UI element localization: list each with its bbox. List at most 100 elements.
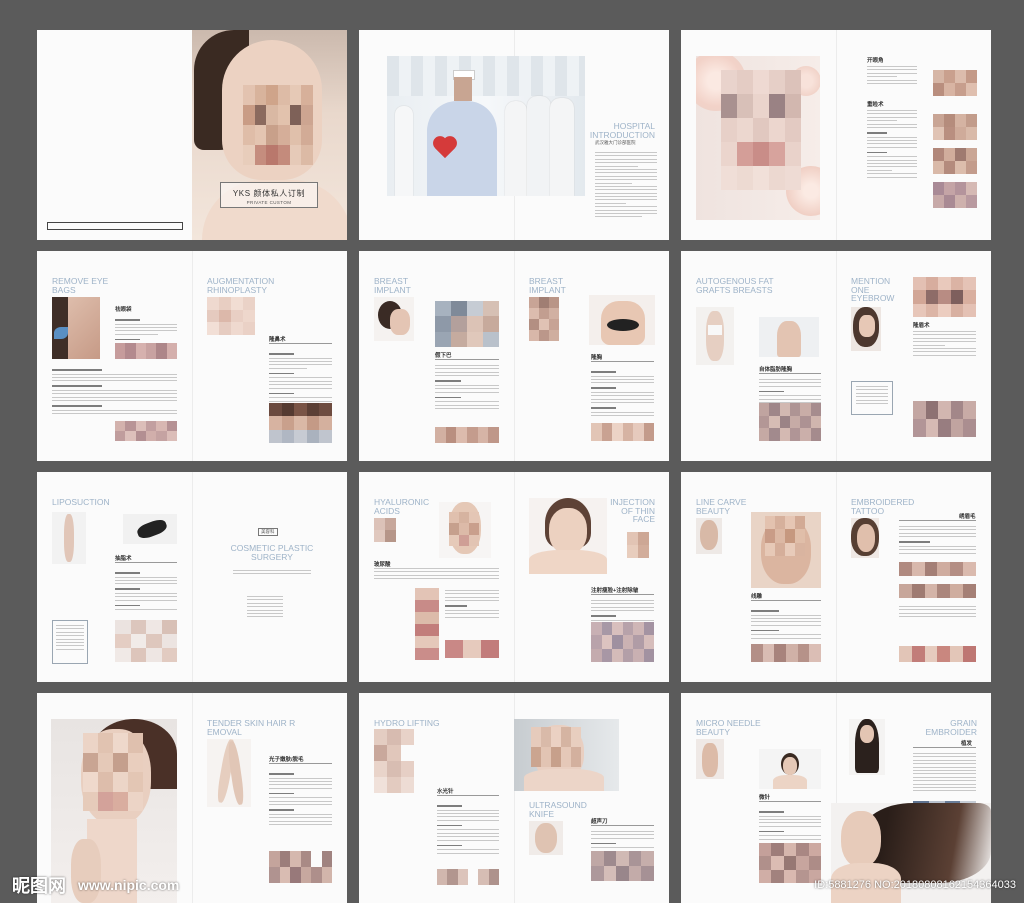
- eyebrow-model-photo: [851, 307, 881, 351]
- before-after-mosaic: [591, 851, 654, 881]
- spread-eye-surgery: 开眼角 重睑术: [681, 30, 991, 240]
- heading-rule: [759, 801, 821, 802]
- heading-chao-sheng-dao: 超声刀: [591, 819, 608, 825]
- section-tag: 美容科: [258, 528, 278, 536]
- body-text: [867, 66, 917, 86]
- hospital-title: HOSPITAL INTRODUCTION: [589, 121, 655, 140]
- eye-closeup-photo: [52, 297, 100, 359]
- heading-zhi-fa: 植发: [961, 741, 973, 747]
- thumb-mosaic: [933, 114, 977, 140]
- bra-model-photo: [589, 295, 655, 345]
- body-text: [374, 568, 499, 582]
- before-after-mosaic: [115, 343, 177, 359]
- reclining-model-photo: [123, 514, 177, 544]
- body-text: [759, 807, 821, 842]
- title-cosmetic-plastic-surgery: COSMETIC PLASTIC SURGERY: [230, 543, 314, 562]
- lips-mosaic: [445, 640, 499, 658]
- before-after-mosaic: [115, 421, 177, 441]
- body-text: [899, 606, 976, 620]
- title-grain-embroider: GRAIN EMBROIDER: [925, 718, 977, 737]
- spread-breast-implant: BREAST IMPLANT BREAST IMPLANT 假下巴 隆胸: [359, 251, 669, 461]
- before-after-mosaic: [913, 401, 976, 437]
- profile-chin-photo: [374, 297, 414, 341]
- eyebrow-mosaic: [899, 584, 976, 598]
- heading-zi-ti-zhi-fang: 自体脂肪隆胸: [759, 367, 793, 373]
- heading-shui-guang-zhen: 水光针: [437, 789, 454, 795]
- fold-line: [836, 30, 837, 240]
- title-mention-one-eyebrow: MENTION ONE EYEBROW: [851, 276, 895, 303]
- chin-mosaic: [435, 301, 499, 347]
- spread-fat-grafts-eyebrow: AUTOGENOUS FAT GRAFTS BREASTS MENTION ON…: [681, 251, 991, 461]
- body-text: [591, 600, 654, 623]
- body-text: [115, 568, 177, 613]
- body-text: [269, 349, 332, 407]
- title-augmentation-rhinoplasty: AUGMENTATION RHINOPLASTY: [207, 276, 275, 295]
- fold-line: [514, 472, 515, 682]
- note-box: [52, 620, 88, 664]
- heading-rule: [759, 373, 821, 374]
- eyebrow-mosaic: [913, 277, 976, 317]
- heading-zhu-she-shou-lian: 注射瘦脸+注射除皱: [591, 588, 639, 594]
- heading-qu-yan-dai: 祛眼袋: [115, 307, 132, 313]
- before-after-mosaic: [751, 644, 821, 662]
- lips-mosaic: [899, 646, 976, 662]
- title-tender-skin-hair-removal: TENDER SKIN HAIR R EMOVAL: [207, 718, 296, 737]
- before-after-mosaic: [115, 620, 177, 662]
- heading-guang-zi-nen-fu: 光子嫩肤/脱毛: [269, 757, 304, 763]
- before-after-mosaic: [435, 427, 499, 443]
- title-breast-implant-left: BREAST IMPLANT: [374, 276, 411, 295]
- tattoo-model-photo: [851, 518, 879, 558]
- micro-needle-model-photo: [759, 749, 821, 789]
- heading-rule: [269, 763, 332, 764]
- cover-subtitle: PRIVATE CUSTOM: [246, 200, 292, 205]
- fold-line: [514, 251, 515, 461]
- thumb-mosaic: [933, 148, 977, 174]
- title-line-carve-beauty: LINE CARVE BEAUTY: [696, 497, 747, 516]
- body-text: [591, 367, 654, 419]
- watermark-logo: 昵图网: [12, 876, 66, 896]
- fold-line: [192, 472, 193, 682]
- body-text: [913, 331, 976, 358]
- fold-line: [192, 693, 193, 903]
- heart-icon: [434, 137, 458, 159]
- body-text: [899, 526, 976, 556]
- before-after-mosaic: [591, 622, 654, 662]
- eye-face-mosaic: [721, 70, 801, 190]
- body-text: [52, 365, 177, 417]
- body-text: [435, 365, 499, 411]
- body-text: [913, 753, 976, 794]
- thumb-mosaic: [933, 182, 977, 208]
- title-embroidered-tattoo: EMBROIDERED TATTOO: [851, 497, 915, 516]
- title-liposuction: LIPOSUCTION: [52, 497, 110, 507]
- note-box: [851, 381, 893, 415]
- spread-eye-bags-rhinoplasty: REMOVE EYE BAGS AUGMENTATION RHINOPLASTY…: [37, 251, 347, 461]
- hospital-subtitle-zh: 武汉雅大门诊部医院: [595, 140, 636, 145]
- long-hair-model-photo: [849, 719, 885, 775]
- face-mosaic: [374, 729, 414, 793]
- heading-rule: [913, 747, 976, 748]
- small-face-mosaic: [374, 518, 396, 542]
- cover-title-box: YKS 颜体私人订制 PRIVATE CUSTOM: [220, 182, 318, 208]
- title-remove-eye-bags: REMOVE EYE BAGS: [52, 276, 109, 295]
- before-after-mosaic: [269, 851, 332, 883]
- title-micro-needle-beauty: MICRO NEEDLE BEAUTY: [696, 718, 761, 737]
- eyebrow-mosaic: [899, 562, 976, 576]
- small-portrait-photo: [696, 518, 722, 554]
- title-breast-implant-right: BREAST IMPLANT: [529, 276, 566, 295]
- heading-rule: [899, 520, 976, 521]
- title-hyaluronic-acids: HYALURONIC ACIDS: [374, 497, 430, 516]
- heading-rule: [437, 795, 499, 796]
- heading-rule: [435, 359, 499, 360]
- spread-hospital-introduction: HOSPITAL INTRODUCTION 武汉雅大门诊部医院: [359, 30, 669, 240]
- body-text: [233, 570, 311, 577]
- face-mosaic: [765, 516, 805, 556]
- body-text: [759, 379, 821, 406]
- heading-wei-zhen: 微针: [759, 795, 771, 801]
- before-after-mosaic: [591, 423, 654, 441]
- heading-bo-niao-suan: 玻尿酸: [374, 562, 391, 568]
- heading-rule: [751, 600, 821, 601]
- body-text: [445, 590, 499, 620]
- spread-liposuction-cosmetic: LIPOSUCTION 抽脂术 美容科 COSMETIC PLASTIC SUR…: [37, 472, 347, 682]
- body-model-photo: [696, 307, 734, 365]
- face-mosaic: [83, 733, 143, 811]
